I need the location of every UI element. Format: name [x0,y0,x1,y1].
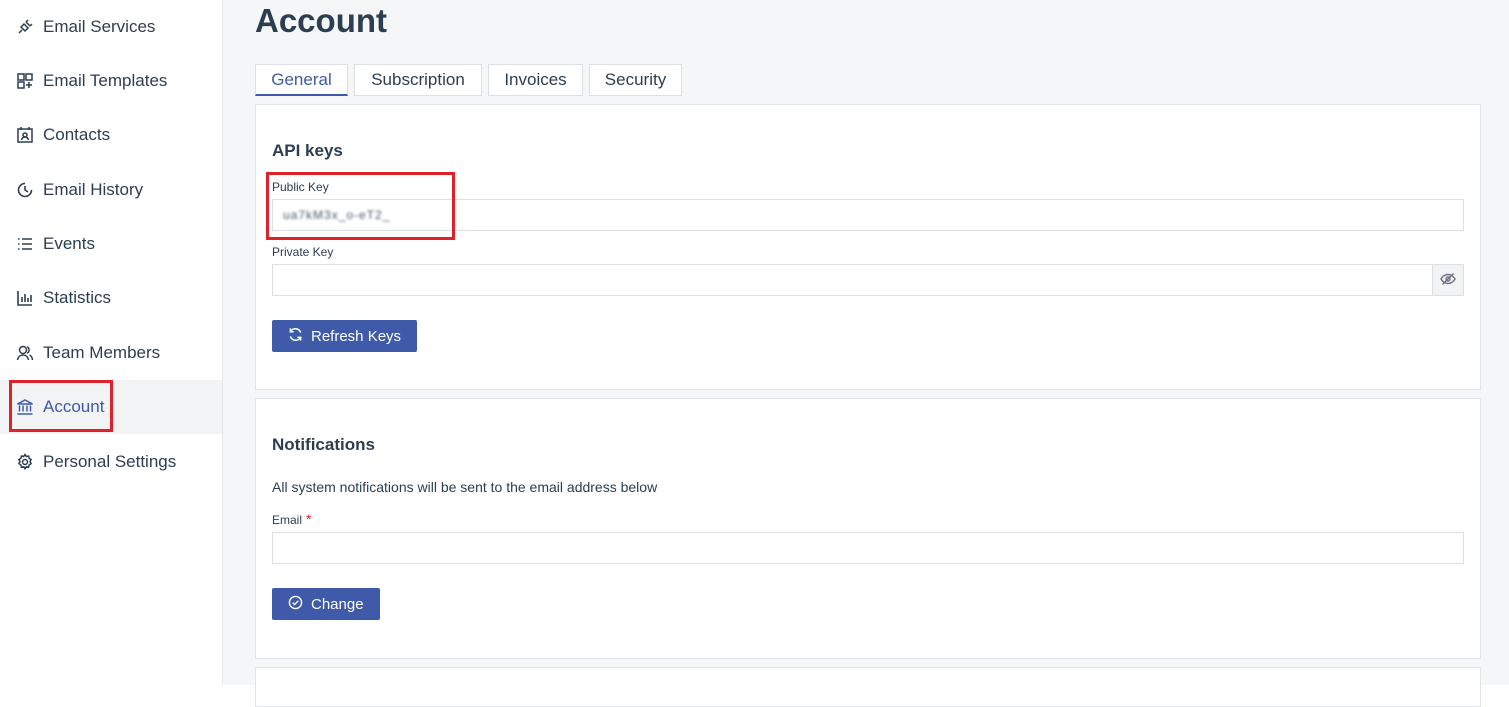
private-key-field[interactable] [272,264,1464,296]
sidebar-item-email-services[interactable]: Email Services [0,0,222,54]
email-label: Email * [272,511,311,527]
templates-icon [15,71,35,91]
clock-icon [15,180,35,200]
main-content: Account General Subscription Invoices Se… [223,0,1509,707]
change-button[interactable]: Change [272,588,380,620]
notifications-description: All system notifications will be sent to… [272,479,658,495]
bar-chart-icon [15,288,35,308]
required-mark: * [306,511,312,527]
sidebar-item-email-history[interactable]: Email History [0,163,222,217]
email-field[interactable] [272,532,1464,564]
refresh-icon [288,327,311,346]
sidebar-item-label: Statistics [43,288,112,307]
change-label: Change [311,595,364,613]
notifications-card: Notifications All system notifications w… [255,398,1481,659]
sidebar: Email Services Email Templates Contacts … [0,0,223,685]
gear-icon [15,452,35,472]
page-title: Account [255,2,387,39]
contact-card-icon [15,125,35,145]
sidebar-item-email-templates[interactable]: Email Templates [0,54,222,108]
tab-security[interactable]: Security [589,64,682,96]
api-keys-heading: API keys [272,141,343,160]
sidebar-item-contacts[interactable]: Contacts [0,108,222,162]
tab-general[interactable]: General [255,64,348,96]
sidebar-item-label: Team Members [43,343,161,362]
next-card [255,667,1481,707]
sidebar-item-team-members[interactable]: Team Members [0,326,222,380]
public-key-highlight-box [266,172,455,240]
sidebar-item-events[interactable]: Events [0,217,222,271]
refresh-keys-button[interactable]: Refresh Keys [272,320,418,352]
sidebar-item-label: Contacts [43,125,111,144]
sidebar-item-personal-settings[interactable]: Personal Settings [0,435,222,489]
sidebar-item-label: Email History [43,180,144,199]
api-keys-card: API keys Public Key ua7kM3x_o-eT2_ Priva… [255,104,1481,390]
list-icon [15,234,35,254]
sidebar-item-label: Personal Settings [43,452,177,471]
refresh-keys-label: Refresh Keys [311,327,402,345]
notifications-heading: Notifications [272,435,375,454]
email-label-text: Email [272,513,303,527]
sidebar-item-label: Email Services [43,17,156,36]
check-circle-icon [288,595,311,614]
tab-subscription[interactable]: Subscription [354,64,482,96]
sidebar-item-statistics[interactable]: Statistics [0,271,222,325]
sidebar-item-label: Email Templates [43,71,168,90]
eye-off-icon [1440,271,1456,290]
sidebar-item-label: Events [43,234,95,253]
plug-icon [15,17,35,37]
toggle-visibility-button[interactable] [1432,265,1463,295]
account-highlight-box [9,380,113,432]
users-icon [15,343,35,363]
tab-invoices[interactable]: Invoices [488,64,583,96]
private-key-label: Private Key [272,245,334,259]
